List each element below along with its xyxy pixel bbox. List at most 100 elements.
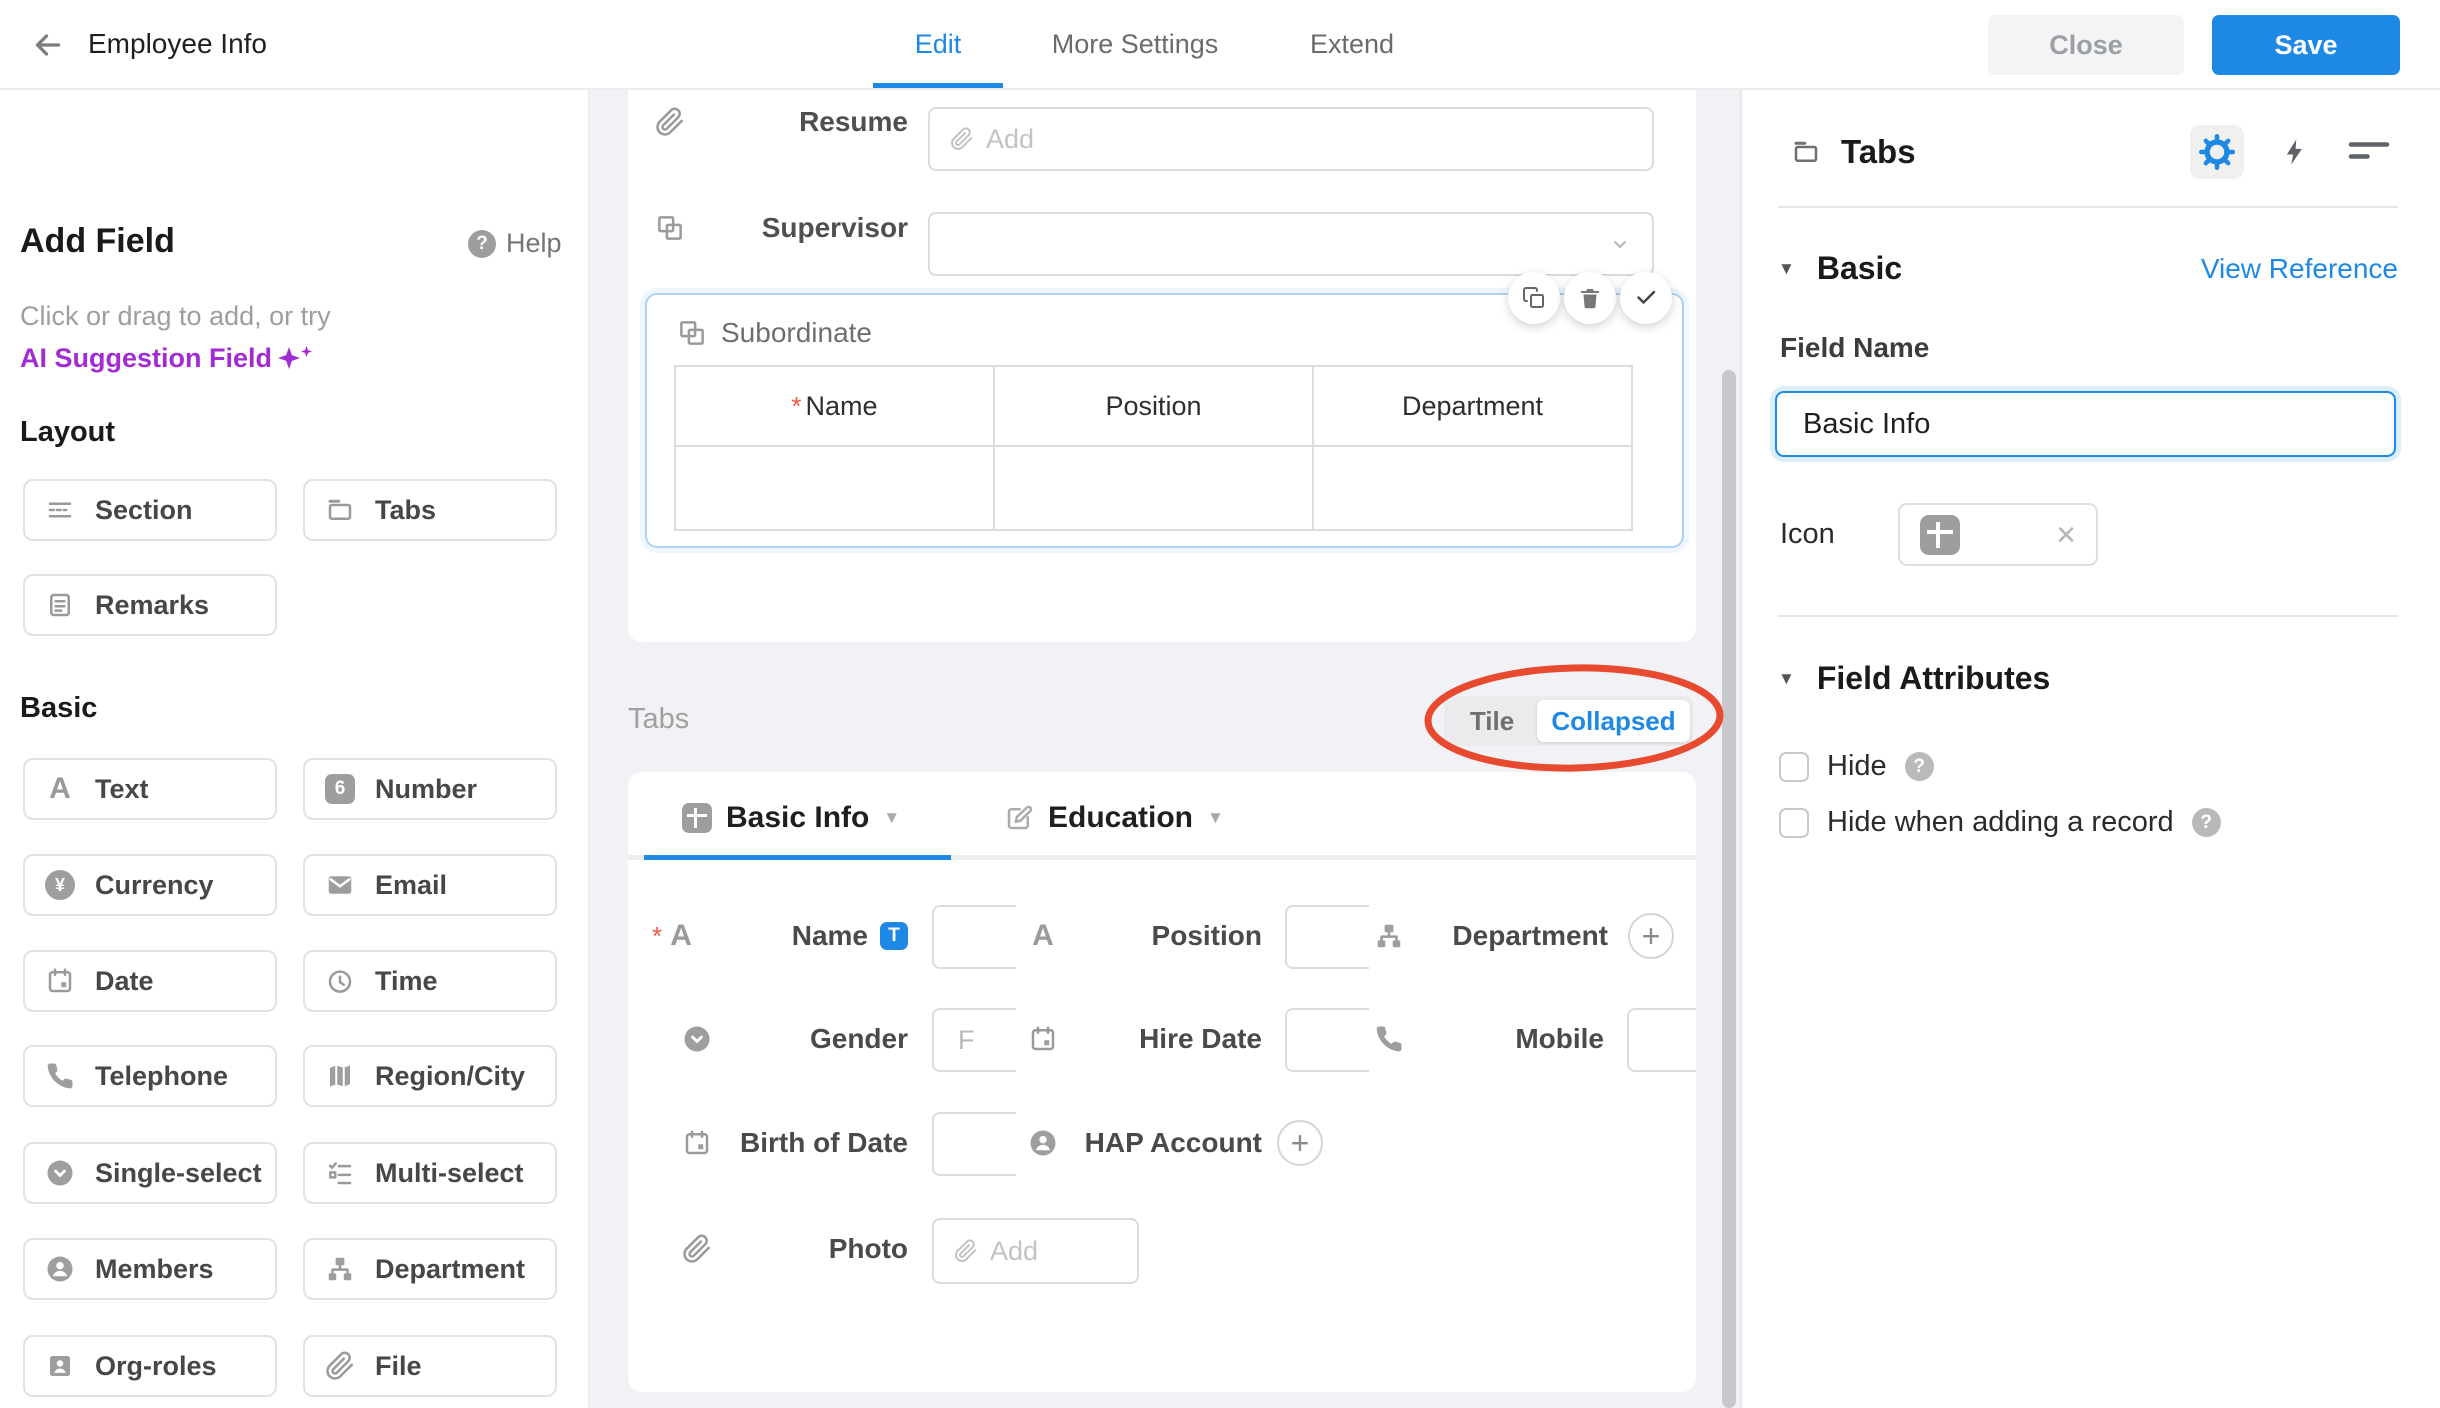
field-type-multi-select[interactable]: Multi-select bbox=[303, 1142, 557, 1204]
view-reference-link[interactable]: View Reference bbox=[2201, 253, 2398, 285]
field-type-department[interactable]: Department bbox=[303, 1238, 557, 1300]
field-type-text[interactable]: A Text bbox=[23, 758, 277, 820]
save-button[interactable]: Save bbox=[2212, 15, 2400, 75]
field-type-time[interactable]: Time bbox=[303, 950, 557, 1012]
field-list-button[interactable] bbox=[2348, 137, 2390, 167]
field-type-telephone[interactable]: Telephone bbox=[23, 1045, 277, 1107]
basic-section-header[interactable]: ▼ Basic View Reference bbox=[1778, 250, 2398, 287]
field-type-remarks[interactable]: Remarks bbox=[23, 574, 277, 636]
birth-of-date-field-input[interactable] bbox=[932, 1112, 1016, 1176]
supervisor-select[interactable] bbox=[928, 212, 1654, 276]
caret-down-icon[interactable]: ▼ bbox=[1207, 808, 1224, 828]
subordinate-empty-row bbox=[674, 445, 1633, 531]
delete-field-button[interactable] bbox=[1564, 272, 1616, 324]
tab-item-basic-info[interactable]: Basic Info ▼ bbox=[682, 792, 900, 844]
close-button[interactable]: Close bbox=[1988, 15, 2184, 75]
caret-down-icon[interactable]: ▼ bbox=[883, 808, 900, 828]
single-select-icon bbox=[684, 1026, 710, 1052]
divider bbox=[1778, 615, 2398, 617]
position-field-input[interactable] bbox=[1285, 905, 1369, 969]
chevron-down-icon bbox=[1614, 241, 1626, 248]
toggle-option-collapsed[interactable]: Collapsed bbox=[1537, 700, 1690, 742]
question-circle-icon[interactable]: ? bbox=[1904, 752, 1934, 781]
active-tab-underline bbox=[644, 855, 951, 860]
subordinate-col-department: Department bbox=[1312, 365, 1633, 447]
automation-bolt-button[interactable] bbox=[2276, 132, 2314, 172]
field-type-members[interactable]: Members bbox=[23, 1238, 277, 1300]
phone-icon bbox=[1376, 1026, 1402, 1052]
field-name-label: Field Name bbox=[1780, 332, 1930, 363]
field-type-date[interactable]: Date bbox=[23, 950, 277, 1012]
tabs-zone-label: Tabs bbox=[628, 703, 690, 735]
caret-down-icon: ▼ bbox=[1778, 668, 1795, 688]
birth-of-date-field-label: Birth of Date bbox=[682, 1112, 908, 1174]
section-header-basic: Basic bbox=[20, 692, 98, 724]
clock-icon bbox=[328, 970, 352, 993]
name-field-input[interactable] bbox=[932, 905, 1016, 969]
hide-checkbox-row: Hide ? bbox=[1779, 750, 1934, 783]
add-field-hint: Click or drag to add, or try AI Suggesti… bbox=[20, 301, 331, 373]
field-type-section[interactable]: Section bbox=[23, 479, 277, 541]
settings-gear-button[interactable] bbox=[2190, 125, 2244, 179]
mobile-field-input[interactable] bbox=[1627, 1008, 1696, 1072]
field-type-single-select[interactable]: Single-select bbox=[23, 1142, 277, 1204]
add-field-sidebar: Add Field ? Help Click or drag to add, o… bbox=[0, 90, 590, 1408]
resume-attachment-input[interactable]: Add bbox=[928, 107, 1654, 171]
field-type-region-city[interactable]: Region/City bbox=[303, 1045, 557, 1107]
field-type-number[interactable]: 6 Number bbox=[303, 758, 557, 820]
text-icon: A bbox=[49, 772, 71, 805]
field-type-currency[interactable]: ¥ Currency bbox=[23, 854, 277, 916]
tab-item-education[interactable]: Education ▼ bbox=[1004, 792, 1224, 844]
table-badge-icon bbox=[682, 803, 712, 833]
department-add-button[interactable]: + bbox=[1628, 913, 1674, 959]
tab-edit[interactable]: Edit bbox=[873, 0, 1003, 88]
field-attributes-section-header[interactable]: ▼ Field Attributes bbox=[1778, 660, 2398, 697]
canvas-scrollbar-thumb[interactable] bbox=[1722, 370, 1736, 1408]
gender-field-input[interactable]: F bbox=[932, 1008, 1016, 1072]
field-type-email[interactable]: Email bbox=[303, 854, 557, 916]
hide-checkbox[interactable] bbox=[1779, 751, 1809, 782]
tab-more-settings[interactable]: More Settings bbox=[1030, 0, 1240, 88]
hire-date-field-input[interactable] bbox=[1285, 1008, 1369, 1072]
tabs-container-card: Basic Info ▼ Education ▼ * A Name T A Po… bbox=[628, 772, 1696, 1392]
relation-icon bbox=[658, 216, 682, 240]
field-type-file[interactable]: File bbox=[303, 1335, 557, 1397]
question-circle-icon: ? bbox=[468, 229, 496, 258]
position-field-label: A Position bbox=[1028, 905, 1262, 967]
field-type-org-roles[interactable]: Org-roles bbox=[23, 1335, 277, 1397]
photo-attachment-input[interactable]: Add bbox=[932, 1218, 1139, 1284]
field-name-input[interactable]: Basic Info bbox=[1775, 391, 2396, 457]
subordinate-field-label: Subordinate bbox=[677, 317, 872, 349]
mobile-field-label: Mobile bbox=[1374, 1008, 1604, 1070]
trash-icon bbox=[1581, 289, 1599, 309]
hide-when-adding-checkbox[interactable] bbox=[1779, 807, 1809, 838]
sparkle-icon bbox=[301, 346, 313, 357]
field-type-tabs[interactable]: Tabs bbox=[303, 479, 557, 541]
help-button[interactable]: ? Help bbox=[468, 228, 562, 259]
section-icon bbox=[48, 502, 72, 518]
form-section-card: Resume Add Supervisor Subordinate * Name… bbox=[628, 90, 1696, 642]
clear-icon[interactable]: × bbox=[2056, 518, 2076, 552]
icon-selector[interactable]: × bbox=[1898, 503, 2098, 566]
table-badge-icon bbox=[1920, 514, 1960, 555]
tab-extend[interactable]: Extend bbox=[1282, 0, 1422, 88]
edit-square-icon bbox=[1007, 805, 1033, 830]
paperclip-icon bbox=[683, 1234, 711, 1263]
calendar-icon bbox=[685, 1130, 709, 1155]
hap-account-add-button[interactable]: + bbox=[1277, 1120, 1323, 1166]
toggle-option-tile[interactable]: Tile bbox=[1444, 696, 1540, 746]
copy-field-button[interactable] bbox=[1508, 272, 1560, 324]
email-icon bbox=[328, 876, 352, 894]
relation-icon bbox=[680, 321, 704, 345]
back-arrow-icon[interactable] bbox=[28, 27, 68, 63]
hire-date-field-label: Hire Date bbox=[1028, 1008, 1262, 1070]
gear-icon bbox=[2199, 134, 2235, 170]
page-title: Employee Info bbox=[88, 28, 267, 59]
sort-lines-icon bbox=[2348, 142, 2390, 159]
confirm-field-button[interactable] bbox=[1620, 272, 1672, 324]
subordinate-field-selected[interactable]: Subordinate * Name Position Department bbox=[645, 293, 1684, 548]
lightning-icon bbox=[2286, 139, 2302, 165]
department-field-label: Department bbox=[1374, 905, 1608, 967]
question-circle-icon[interactable]: ? bbox=[2191, 808, 2221, 837]
ai-suggestion-link[interactable]: AI Suggestion Field bbox=[20, 343, 313, 373]
